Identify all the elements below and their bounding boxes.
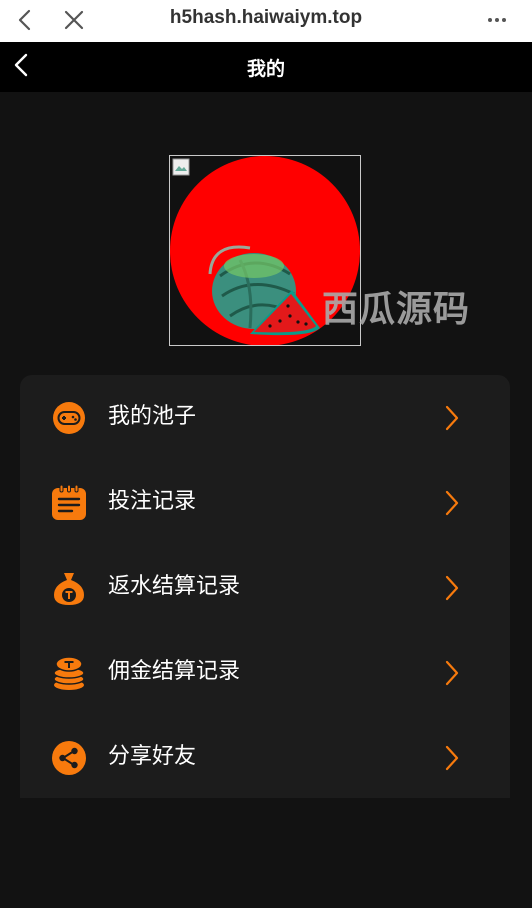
browser-url[interactable]: h5hash.haiwaiym.top <box>0 0 532 36</box>
page-title: 我的 <box>246 58 285 80</box>
gamepad-icon <box>50 399 88 437</box>
menu-card: 我的池子 投注记录 返水结算记录 佣金结算记录 分享好友 <box>20 375 510 798</box>
menu-item-my-pool[interactable]: 我的池子 <box>20 375 510 459</box>
coin-stack-icon <box>50 654 88 692</box>
menu-item-share-friends[interactable]: 分享好友 <box>20 715 510 799</box>
menu-item-label: 佣金结算记录 <box>108 659 241 684</box>
menu-item-label: 投注记录 <box>108 489 197 514</box>
menu-item-label: 分享好友 <box>108 744 197 769</box>
chevron-right-icon <box>444 744 460 772</box>
share-icon <box>50 739 88 777</box>
menu-item-bet-records[interactable]: 投注记录 <box>20 460 510 544</box>
notepad-icon <box>50 484 88 522</box>
chevron-right-icon <box>444 489 460 517</box>
page-header: 我的 <box>0 42 532 92</box>
menu-item-rebate-records[interactable]: 返水结算记录 <box>20 545 510 629</box>
chevron-right-icon <box>444 659 460 687</box>
money-bag-icon <box>50 569 88 607</box>
menu-item-label: 我的池子 <box>108 404 197 429</box>
browser-bar: h5hash.haiwaiym.top <box>0 0 532 42</box>
menu-item-label: 返水结算记录 <box>108 574 241 599</box>
browser-more-icon[interactable] <box>485 8 509 32</box>
broken-image-icon <box>172 158 190 176</box>
watermark: 西瓜源码 <box>322 289 471 330</box>
chevron-right-icon <box>444 404 460 432</box>
menu-item-commission-records[interactable]: 佣金结算记录 <box>20 630 510 714</box>
chevron-right-icon <box>444 574 460 602</box>
